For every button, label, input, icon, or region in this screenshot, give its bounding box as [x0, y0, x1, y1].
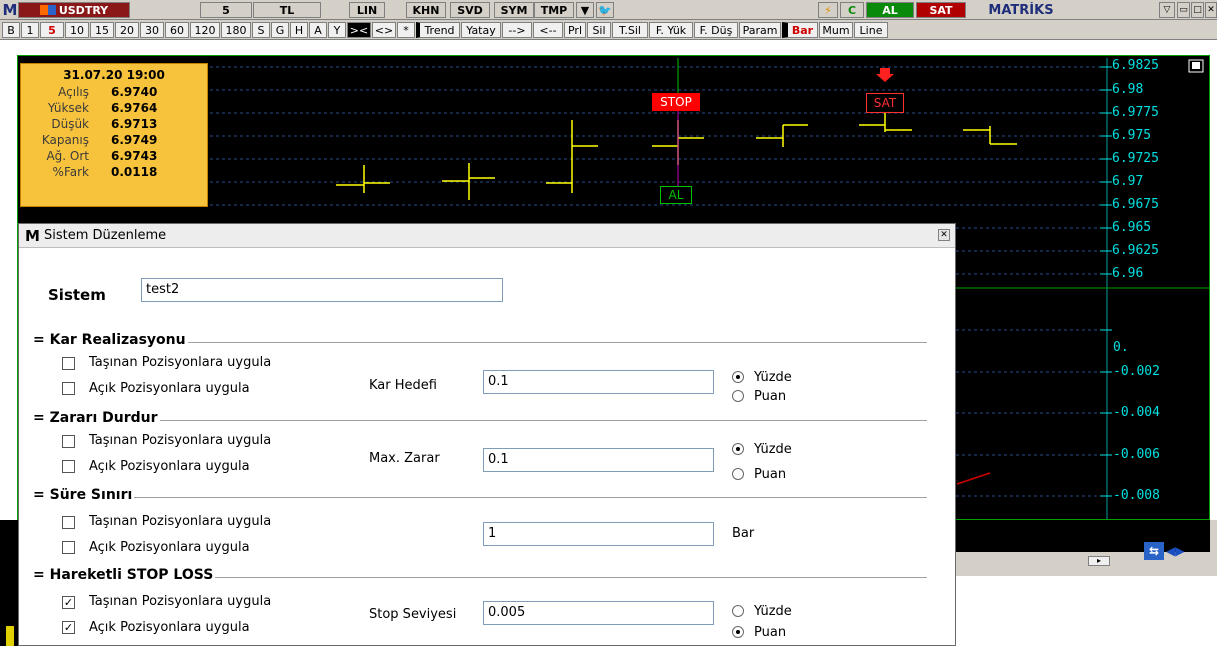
- stop-loss-open-checkbox[interactable]: [62, 460, 75, 473]
- dialog-close-icon[interactable]: ✕: [938, 229, 950, 241]
- info-label: Açılış: [58, 85, 89, 99]
- unit-label: Bar: [732, 526, 755, 541]
- blank-area: [1150, 576, 1217, 646]
- field-label: Stop Seviyesi: [369, 607, 457, 622]
- bar-date: 31.07.20 19:00: [63, 68, 165, 82]
- info-label: %Fark: [52, 165, 89, 179]
- checkbox-label: Açık Pozisyonlara uygula: [89, 540, 250, 555]
- price-tick: 6.9675: [1112, 197, 1159, 212]
- stop-marker: STOP: [652, 93, 700, 111]
- stop-loss-carried-checkbox[interactable]: [62, 435, 75, 448]
- group-separator: [33, 420, 927, 421]
- radio-label: Yüzde: [754, 604, 792, 619]
- radio-label: Yüzde: [754, 370, 792, 385]
- radio-label: Puan: [754, 389, 787, 404]
- group-title-time-limit: = Süre Sınırı: [33, 487, 135, 503]
- take-profit-input[interactable]: 0.1: [483, 370, 714, 394]
- dialog-titlebar[interactable]: M Sistem Düzenleme ✕: [19, 224, 955, 248]
- max-loss-input[interactable]: 0.1: [483, 448, 714, 472]
- ohlc-info-box: 31.07.20 19:00 Açılış 6.9740 Yüksek 6.97…: [20, 63, 208, 207]
- price-tick: 6.9625: [1112, 243, 1159, 258]
- radio-label: Yüzde: [754, 442, 792, 457]
- group-title-stop-loss: = Zararı Durdur: [33, 410, 160, 426]
- trailing-stop-carried-checkbox[interactable]: ✓: [62, 596, 75, 609]
- checkbox-label: Taşınan Pozisyonlara uygula: [89, 514, 272, 529]
- group-title-take-profit: = Kar Realizasyonu: [33, 332, 188, 348]
- take-profit-open-checkbox[interactable]: [62, 382, 75, 395]
- info-label: Yüksek: [47, 101, 89, 115]
- price-tick: 6.98: [1112, 82, 1144, 97]
- price-tick: 6.975: [1112, 128, 1152, 143]
- percent-radio[interactable]: [732, 371, 744, 383]
- oscillator-tick: 0.: [1113, 340, 1129, 355]
- checkbox-label: Açık Pozisyonlara uygula: [89, 620, 250, 635]
- oscillator-tick: -0.004: [1113, 405, 1160, 420]
- radio-label: Puan: [754, 467, 787, 482]
- system-name-input[interactable]: test2: [141, 278, 503, 302]
- sell-marker: SAT: [866, 93, 904, 113]
- nav-arrows-icon[interactable]: ◀▶: [1166, 544, 1188, 560]
- bar-count-input[interactable]: 1: [483, 522, 714, 546]
- info-value: 6.9764: [111, 101, 158, 115]
- percent-radio[interactable]: [732, 605, 744, 617]
- sell-arrow-icon: [876, 68, 894, 82]
- price-tick: 6.965: [1112, 220, 1152, 235]
- time-limit-carried-checkbox[interactable]: [62, 516, 75, 529]
- info-value: 0.0118: [111, 165, 158, 179]
- dialog-title: Sistem Düzenleme: [44, 228, 167, 243]
- dialog-app-icon: M: [25, 227, 40, 245]
- points-radio[interactable]: [732, 390, 744, 402]
- field-label: Max. Zarar: [369, 451, 440, 466]
- checkbox-label: Taşınan Pozisyonlara uygula: [89, 433, 272, 448]
- refresh-icon[interactable]: ⇆: [1144, 542, 1164, 560]
- info-label: Ağ. Ort: [46, 149, 89, 163]
- checkbox-label: Taşınan Pozisyonlara uygula: [89, 355, 272, 370]
- points-radio[interactable]: [732, 626, 744, 638]
- time-limit-open-checkbox[interactable]: [62, 541, 75, 554]
- info-value: 6.9740: [111, 85, 158, 99]
- price-tick: 6.9725: [1112, 151, 1159, 166]
- price-tick: 6.96: [1112, 266, 1144, 281]
- group-separator: [33, 497, 927, 498]
- points-radio[interactable]: [732, 468, 744, 480]
- radio-label: Puan: [754, 625, 787, 640]
- price-tick: 6.9775: [1112, 105, 1159, 120]
- info-label: Düşük: [51, 117, 89, 131]
- stop-level-input[interactable]: 0.005: [483, 601, 714, 625]
- left-marker: [6, 626, 14, 646]
- oscillator-tick: -0.008: [1113, 488, 1160, 503]
- scroll-thumb[interactable]: ▸: [1088, 556, 1110, 566]
- checkbox-label: Taşınan Pozisyonlara uygula: [89, 594, 272, 609]
- info-value: 6.9743: [111, 149, 158, 163]
- trailing-stop-open-checkbox[interactable]: ✓: [62, 621, 75, 634]
- info-label: Kapanış: [41, 133, 89, 147]
- oscillator-tick: -0.002: [1113, 364, 1160, 379]
- system-edit-dialog: M Sistem Düzenleme ✕ Sistem test2 = Kar …: [18, 223, 956, 646]
- field-label: Kar Hedefi: [369, 378, 437, 393]
- checkbox-label: Açık Pozisyonlara uygula: [89, 381, 250, 396]
- buy-marker: AL: [660, 186, 692, 204]
- oscillator-tick: -0.006: [1113, 447, 1160, 462]
- checkbox-label: Açık Pozisyonlara uygula: [89, 459, 250, 474]
- price-tick: 6.97: [1112, 174, 1144, 189]
- price-tick: 6.9825: [1112, 58, 1159, 73]
- info-value: 6.9749: [111, 133, 158, 147]
- percent-radio[interactable]: [732, 443, 744, 455]
- info-value: 6.9713: [111, 117, 158, 131]
- system-label: Sistem: [48, 286, 106, 304]
- take-profit-carried-checkbox[interactable]: [62, 357, 75, 370]
- group-title-trailing-stop: = Hareketli STOP LOSS: [33, 567, 216, 583]
